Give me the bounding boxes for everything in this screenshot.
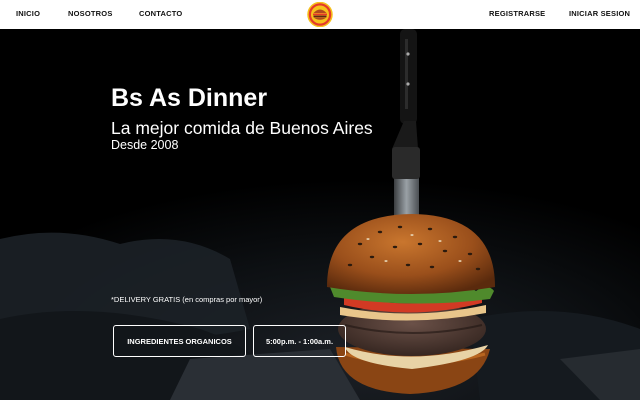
opening-hours-button[interactable]: 5:00p.m. - 1:00a.m. [253, 325, 346, 357]
nav-link-inicio[interactable]: INICIO [16, 9, 40, 18]
delivery-note: *DELIVERY GRATIS (en compras por mayor) [111, 295, 263, 304]
organic-ingredients-button[interactable]: INGREDIENTES ORGANICOS [113, 325, 246, 357]
hero-title: Bs As Dinner [111, 84, 268, 112]
nav-link-contacto[interactable]: CONTACTO [139, 9, 182, 18]
nav-link-registrarse[interactable]: REGISTRARSE [489, 9, 545, 18]
hero-subtitle: La mejor comida de Buenos Aires [111, 118, 373, 138]
burger-logo-icon[interactable] [307, 2, 333, 27]
nav-link-iniciar-sesion[interactable]: INICIAR SESION [569, 9, 630, 18]
hero-since: Desde 2008 [111, 138, 179, 152]
nav-link-nosotros[interactable]: NOSOTROS [68, 9, 113, 18]
navbar: INICIO NOSOTROS CONTACTO REGISTRARSE INI… [0, 0, 640, 29]
hero-section: Bs As Dinner La mejor comida de Buenos A… [0, 29, 640, 400]
